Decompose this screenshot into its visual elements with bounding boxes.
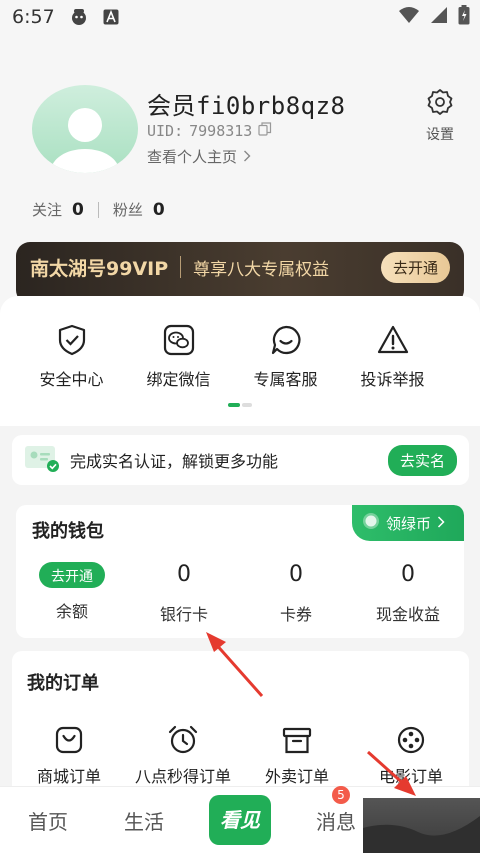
chevron-right-icon bbox=[437, 514, 445, 532]
status-bar: 6:57 bbox=[0, 0, 480, 34]
box-icon bbox=[282, 727, 312, 754]
quick-action-label: 专属客服 bbox=[253, 370, 318, 389]
alarm-clock-icon bbox=[168, 725, 198, 754]
settings-label: 设置 bbox=[426, 127, 454, 143]
wallet-card: 我的钱包 领绿币 去开通 余额 0 银行卡 0 卡券 0 现金收益 bbox=[16, 505, 464, 638]
fans-label[interactable]: 粉丝 bbox=[113, 199, 143, 220]
vip-title: 南太湖号99VIP bbox=[30, 257, 169, 280]
user-id: UID: 7998313 bbox=[147, 122, 272, 140]
quick-action-label: 安全中心 bbox=[39, 370, 104, 389]
vip-description: 尊享八大专属权益 bbox=[193, 259, 330, 280]
view-homepage-label: 查看个人主页 bbox=[147, 148, 238, 166]
tab-see[interactable]: 看见 bbox=[192, 795, 288, 845]
coupons-label: 卡券 bbox=[279, 605, 312, 624]
quick-action-bind-wechat[interactable]: 绑定微信 bbox=[125, 324, 232, 390]
status-time: 6:57 bbox=[12, 6, 55, 28]
realname-text: 完成实名认证，解锁更多功能 bbox=[70, 452, 279, 471]
page-dot bbox=[242, 403, 252, 407]
bank-card-label: 银行卡 bbox=[159, 605, 208, 624]
realname-button[interactable]: 去实名 bbox=[387, 444, 457, 476]
chevron-right-icon bbox=[243, 148, 251, 166]
cash-earnings-value: 0 bbox=[401, 562, 415, 587]
page-dot-active bbox=[228, 403, 240, 407]
shield-check-icon bbox=[58, 324, 85, 356]
realname-verification-bar[interactable]: 完成实名认证，解锁更多功能 去实名 bbox=[12, 435, 469, 485]
order-label: 商城订单 bbox=[36, 767, 101, 786]
quick-actions: 安全中心 绑定微信 专属客服 投诉举报 bbox=[0, 324, 480, 390]
green-coin-label: 领绿币 bbox=[386, 514, 432, 533]
uid-label: UID: bbox=[147, 122, 184, 140]
follow-stats: 关注 0 粉丝 0 bbox=[32, 199, 165, 220]
tab-life[interactable]: 生活 bbox=[96, 806, 192, 835]
tab-home[interactable]: 首页 bbox=[0, 806, 96, 835]
green-coin-button[interactable]: 领绿币 bbox=[352, 505, 464, 541]
vip-banner[interactable]: 南太湖号99VIP 尊享八大专属权益 去开通 bbox=[16, 242, 464, 304]
copy-icon[interactable] bbox=[258, 122, 272, 140]
id-card-icon bbox=[24, 443, 60, 477]
wallet-coupons[interactable]: 0 卡券 bbox=[240, 559, 352, 625]
wallet-balance[interactable]: 去开通 余额 bbox=[16, 559, 128, 625]
balance-label: 余额 bbox=[55, 602, 88, 621]
chat-bubble-icon bbox=[271, 325, 300, 355]
shopping-bag-icon bbox=[55, 726, 83, 754]
coupons-count: 0 bbox=[289, 562, 303, 587]
warning-icon bbox=[377, 325, 408, 354]
order-mall[interactable]: 商城订单 bbox=[12, 725, 126, 787]
wallet-bank-card[interactable]: 0 银行卡 bbox=[128, 559, 240, 625]
divider bbox=[97, 201, 99, 218]
signal-icon bbox=[430, 6, 448, 29]
order-takeout[interactable]: 外卖订单 bbox=[240, 725, 354, 787]
coin-icon bbox=[362, 512, 380, 534]
username: 会员fi0brb8qz8 bbox=[147, 92, 346, 120]
view-homepage-link[interactable]: 查看个人主页 bbox=[147, 146, 251, 167]
quick-action-customer-service[interactable]: 专属客服 bbox=[232, 324, 339, 390]
uid-value: 7998313 bbox=[189, 122, 253, 140]
vip-open-button[interactable]: 去开通 bbox=[380, 251, 450, 283]
message-badge: 5 bbox=[332, 785, 350, 804]
fans-count[interactable]: 0 bbox=[153, 200, 165, 220]
gear-icon bbox=[426, 88, 454, 120]
dark-overlay bbox=[363, 798, 480, 853]
order-label: 外卖订单 bbox=[264, 767, 329, 786]
orders-title: 我的订单 bbox=[27, 673, 99, 694]
wallet-title: 我的钱包 bbox=[32, 521, 104, 542]
wifi-icon bbox=[398, 6, 420, 29]
order-label: 八点秒得订单 bbox=[134, 767, 231, 786]
balance-open-button[interactable]: 去开通 bbox=[39, 562, 105, 588]
follow-label[interactable]: 关注 bbox=[32, 199, 62, 220]
battery-icon bbox=[458, 4, 470, 30]
follow-count[interactable]: 0 bbox=[72, 200, 84, 220]
tab-messages-label: 消息 bbox=[316, 809, 356, 834]
a-notification-icon bbox=[103, 9, 119, 25]
quick-action-complaint-report[interactable]: 投诉举报 bbox=[339, 324, 446, 390]
annotation-arrow-bank-card bbox=[206, 632, 264, 697]
order-flash-sale[interactable]: 八点秒得订单 bbox=[126, 725, 240, 787]
wechat-icon bbox=[163, 324, 194, 356]
app-notification-icon bbox=[69, 7, 89, 27]
bank-card-count: 0 bbox=[177, 562, 191, 587]
vip-divider bbox=[180, 256, 182, 278]
annotation-arrow-tab bbox=[366, 750, 416, 796]
quick-action-label: 绑定微信 bbox=[146, 370, 211, 389]
settings-button[interactable]: 设置 bbox=[420, 88, 460, 144]
wallet-items: 去开通 余额 0 银行卡 0 卡券 0 现金收益 bbox=[16, 559, 464, 625]
wallet-cash-earnings[interactable]: 0 现金收益 bbox=[352, 559, 464, 625]
quick-action-security-center[interactable]: 安全中心 bbox=[18, 324, 125, 390]
page-indicator bbox=[228, 403, 252, 407]
avatar[interactable] bbox=[32, 85, 138, 173]
quick-action-label: 投诉举报 bbox=[360, 370, 425, 389]
tab-see-label: 看见 bbox=[209, 795, 271, 845]
cash-earnings-label: 现金收益 bbox=[375, 605, 440, 624]
